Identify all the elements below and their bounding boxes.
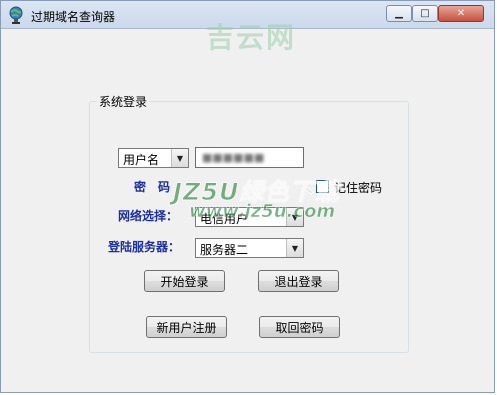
exit-login-button[interactable]: 退出登录 xyxy=(258,270,339,292)
remember-password-label[interactable]: 记住密码 xyxy=(334,179,382,196)
maximize-button[interactable]: □ xyxy=(412,5,438,22)
start-login-button[interactable]: 开始登录 xyxy=(144,270,225,292)
register-button[interactable]: 新用户注册 xyxy=(146,316,227,338)
watermark-top: 吉云网 xyxy=(206,21,297,54)
app-window: 过期域名查询器 ▁ □ ✕ 吉云网 系统登录 用户名 ▼ ■■■■■■ 密 码 … xyxy=(0,0,495,393)
watermark-url: www.jz5u.com xyxy=(189,201,336,223)
login-groupbox xyxy=(89,101,409,353)
maximize-icon: □ xyxy=(420,8,430,19)
server-label: 登陆服务器： xyxy=(108,240,181,254)
close-icon: ✕ xyxy=(456,8,466,19)
recover-password-button[interactable]: 取回密码 xyxy=(259,316,340,338)
username-input[interactable]: ■■■■■■ xyxy=(195,147,304,168)
chevron-down-icon[interactable]: ▼ xyxy=(171,149,188,167)
password-label: 密 码 xyxy=(134,180,171,194)
server-select[interactable]: 服务器二 ▼ xyxy=(195,238,304,258)
server-value: 服务器二 xyxy=(200,243,249,257)
network-label: 网络选择： xyxy=(118,209,179,223)
minimize-button[interactable]: ▁ xyxy=(386,5,412,22)
username-value: ■■■■■■ xyxy=(202,151,265,164)
close-button[interactable]: ✕ xyxy=(438,5,484,22)
user-type-select[interactable]: 用户名 ▼ xyxy=(118,148,189,168)
globe-app-icon xyxy=(9,6,23,24)
group-title: 系统登录 xyxy=(97,93,150,110)
chevron-down-icon[interactable]: ▼ xyxy=(286,239,303,257)
minimize-icon: ▁ xyxy=(395,8,403,19)
user-type-value: 用户名 xyxy=(123,153,160,167)
window-title: 过期域名查询器 xyxy=(31,10,116,24)
